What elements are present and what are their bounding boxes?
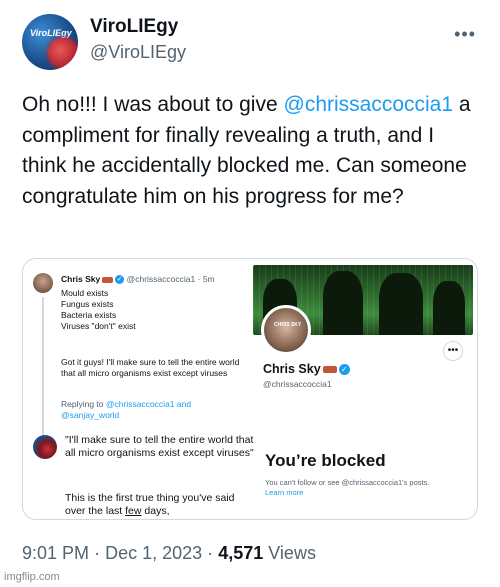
tweet-date[interactable]: Dec 1, 2023 bbox=[105, 543, 202, 563]
author-display-name[interactable]: ViroLIEgy bbox=[90, 16, 178, 38]
blocked-text: You can't follow or see @chrissaccoccia1… bbox=[265, 478, 430, 487]
learn-more-link: Learn more bbox=[265, 488, 304, 497]
chris-sky-avatar bbox=[33, 273, 53, 293]
author-handle[interactable]: @ViroLIEgy bbox=[90, 42, 186, 63]
blocked-title: You’re blocked bbox=[265, 451, 386, 470]
reply-body: This is the first true thing you've said… bbox=[65, 492, 255, 518]
brick-emoji-icon bbox=[322, 366, 337, 374]
profile-name-text: Chris Sky bbox=[263, 362, 321, 376]
replying-to-line: Replying to @chrissaccoccia1 and @sanjay… bbox=[61, 399, 251, 421]
reply-body-end: days, bbox=[141, 505, 170, 517]
tweet-mention-link[interactable]: @chrissaccoccia1 bbox=[284, 93, 454, 116]
avatar-logo-text: ViroLIEgy bbox=[30, 28, 72, 38]
attached-image[interactable]: Chris Sky ✓ @chrissaccoccia1 · 5m Mould e… bbox=[22, 258, 478, 520]
tweet-meta: 9:01 PM · Dec 1, 2023 · 4,571 Views bbox=[22, 543, 316, 564]
banner-figure bbox=[433, 281, 465, 335]
quoted-author-name: Chris Sky bbox=[61, 274, 101, 284]
author-avatar[interactable]: ViroLIEgy bbox=[22, 14, 78, 70]
imgflip-watermark: imgflip.com bbox=[4, 571, 60, 583]
profile-more-icon: ••• bbox=[443, 341, 463, 361]
profile-avatar: CHRIS SKY bbox=[261, 305, 311, 355]
screenshot-thread: Chris Sky ✓ @chrissaccoccia1 · 5m Mould e… bbox=[31, 267, 255, 518]
verified-badge-icon: ✓ bbox=[338, 364, 350, 376]
more-options-icon[interactable]: ••• bbox=[454, 24, 476, 45]
verified-badge-icon: ✓ bbox=[115, 275, 125, 285]
quoted-post-lines: Mould exists Fungus exists Bacteria exis… bbox=[61, 288, 136, 332]
quoted-post-followup: Got it guys! I'll make sure to tell the … bbox=[61, 357, 240, 378]
tweet-header: ViroLIEgy ViroLIEgy @ViroLIEgy ••• bbox=[22, 14, 478, 74]
banner-figure bbox=[379, 273, 423, 335]
virus-avatar-icon bbox=[33, 435, 57, 459]
quoted-line: Mould exists bbox=[61, 288, 109, 298]
replying-mention-2: @sanjay_world bbox=[61, 410, 120, 420]
replying-mention-1: @chrissaccoccia1 bbox=[105, 399, 175, 409]
profile-avatar-text: CHRIS SKY bbox=[274, 322, 302, 328]
screenshot-profile: CHRIS SKY ••• Chris Sky ✓ @chrissaccoccia… bbox=[253, 265, 473, 515]
profile-handle: @chrissaccoccia1 bbox=[263, 379, 332, 389]
quoted-post-age: 5m bbox=[202, 274, 215, 284]
views-count[interactable]: 4,571 bbox=[218, 543, 263, 563]
virus-icon bbox=[48, 38, 78, 68]
quoted-author-handle: @chrissaccoccia1 bbox=[126, 274, 196, 284]
replying-and: and bbox=[176, 399, 192, 409]
blocked-message: You can't follow or see @chrissaccoccia1… bbox=[265, 478, 475, 498]
reply-quote: "I'll make sure to tell the entire world… bbox=[65, 434, 254, 459]
reply-body-underlined: few bbox=[125, 505, 142, 517]
meta-separator: · bbox=[94, 543, 101, 563]
quoted-line: Viruses "don't" exist bbox=[61, 321, 136, 331]
tweet-text-start: Oh no!!! I was about to give bbox=[22, 93, 284, 116]
meta-separator: · bbox=[207, 543, 214, 563]
quoted-dot: · bbox=[197, 274, 201, 284]
quoted-post-header: Chris Sky ✓ @chrissaccoccia1 · 5m bbox=[61, 274, 215, 285]
brick-emoji-icon bbox=[102, 276, 114, 283]
quoted-line: Fungus exists bbox=[61, 299, 114, 309]
replying-label: Replying to bbox=[61, 399, 104, 409]
banner-figure bbox=[323, 271, 363, 335]
tweet-time[interactable]: 9:01 PM bbox=[22, 543, 89, 563]
thread-connector bbox=[42, 297, 44, 447]
tweet-text: Oh no!!! I was about to give @chrissacco… bbox=[22, 90, 482, 212]
quoted-line: Bacteria exists bbox=[61, 310, 117, 320]
profile-name: Chris Sky ✓ bbox=[263, 362, 350, 376]
views-label[interactable]: Views bbox=[268, 543, 316, 563]
